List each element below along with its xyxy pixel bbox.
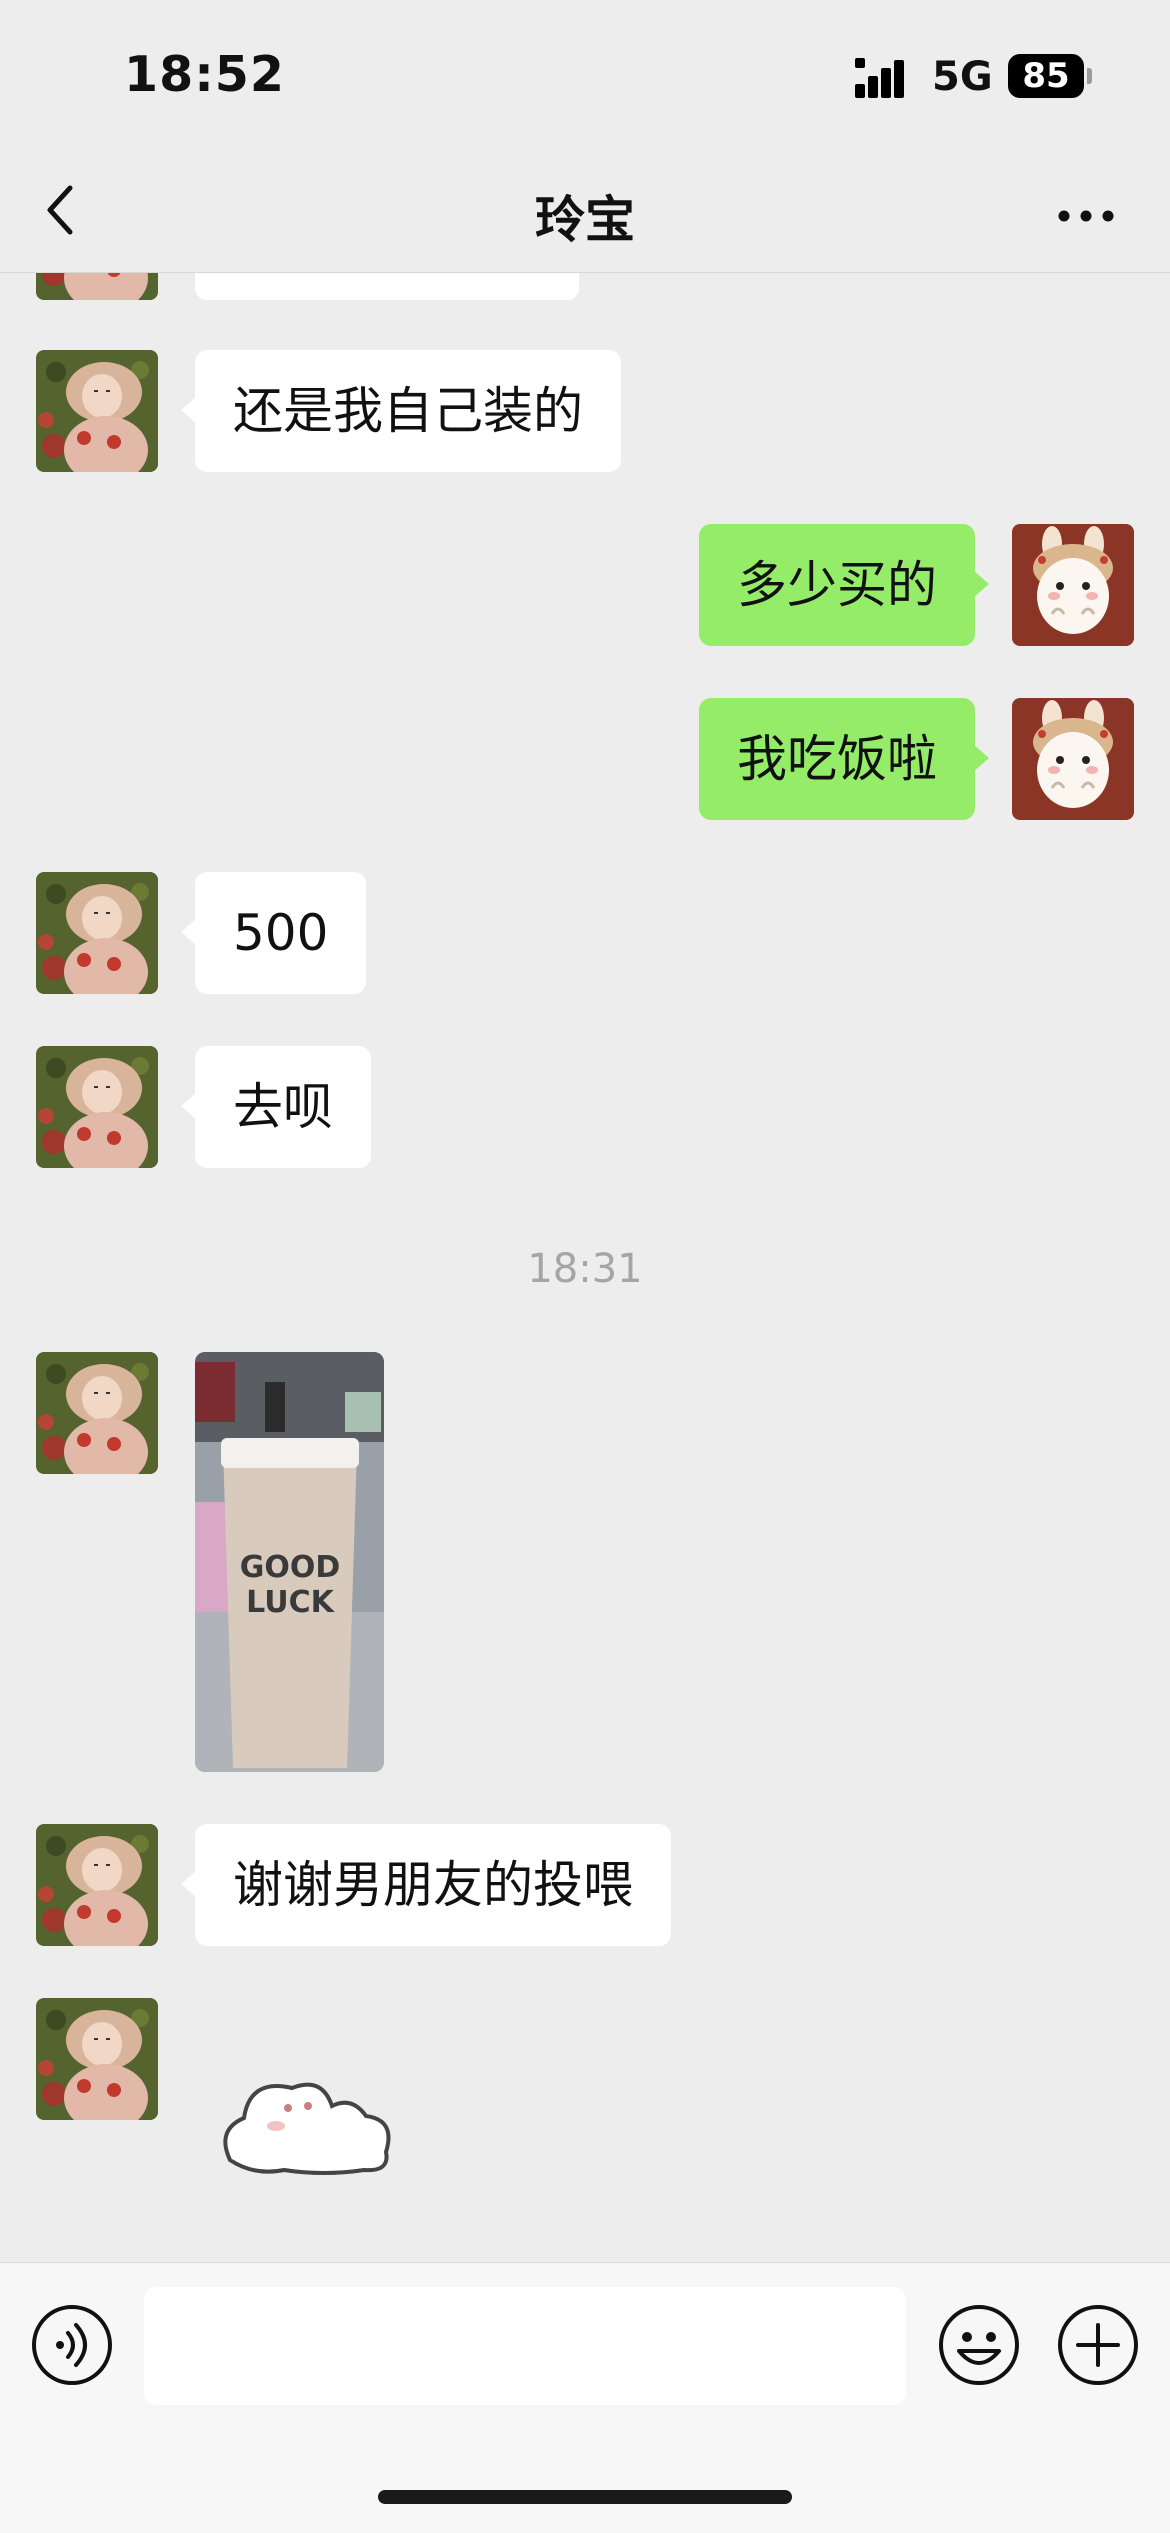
avatar[interactable] bbox=[36, 872, 158, 994]
timestamp: 18:31 bbox=[527, 1246, 643, 1292]
my-avatar[interactable] bbox=[1012, 698, 1134, 820]
voice-icon[interactable] bbox=[30, 2303, 114, 2387]
message-bubble[interactable]: 500 bbox=[180, 872, 367, 994]
message-input[interactable] bbox=[144, 2287, 906, 2405]
more-dots-icon[interactable] bbox=[1048, 180, 1128, 244]
message-bubble[interactable]: 去呗 bbox=[181, 1046, 371, 1168]
avatar[interactable] bbox=[36, 1046, 158, 1168]
avatar[interactable] bbox=[36, 1352, 158, 1474]
message-bubble-out[interactable]: 我吃饭啦 bbox=[699, 698, 989, 820]
chat-title: 玲宝 bbox=[535, 191, 635, 249]
cup-text-line2: LUCK bbox=[246, 1585, 335, 1620]
my-avatar[interactable] bbox=[1012, 524, 1134, 646]
message-bubble[interactable]: 还是我自己装的 bbox=[181, 350, 621, 472]
photo-message[interactable]: GOOD LUCK bbox=[195, 1352, 384, 1772]
avatar[interactable] bbox=[36, 1824, 158, 1946]
nav-bar: 玲宝 bbox=[0, 150, 1170, 273]
home-indicator[interactable] bbox=[378, 2490, 792, 2504]
cup-text-line1: GOOD bbox=[240, 1550, 341, 1585]
chat-area[interactable]: 还是我自己装的 多少买的 我吃饭啦 500 去呗 18:31 GOOD LUCK… bbox=[0, 0, 1170, 2262]
sticker-message[interactable] bbox=[210, 2050, 410, 2190]
message-bubble[interactable]: 谢谢男朋友的投喂 bbox=[181, 1824, 671, 1946]
plus-icon[interactable] bbox=[1056, 2303, 1140, 2387]
avatar[interactable] bbox=[36, 1998, 158, 2120]
avatar[interactable] bbox=[36, 350, 158, 472]
emoji-icon[interactable] bbox=[937, 2303, 1021, 2387]
message-bubble-out[interactable]: 多少买的 bbox=[699, 524, 989, 646]
